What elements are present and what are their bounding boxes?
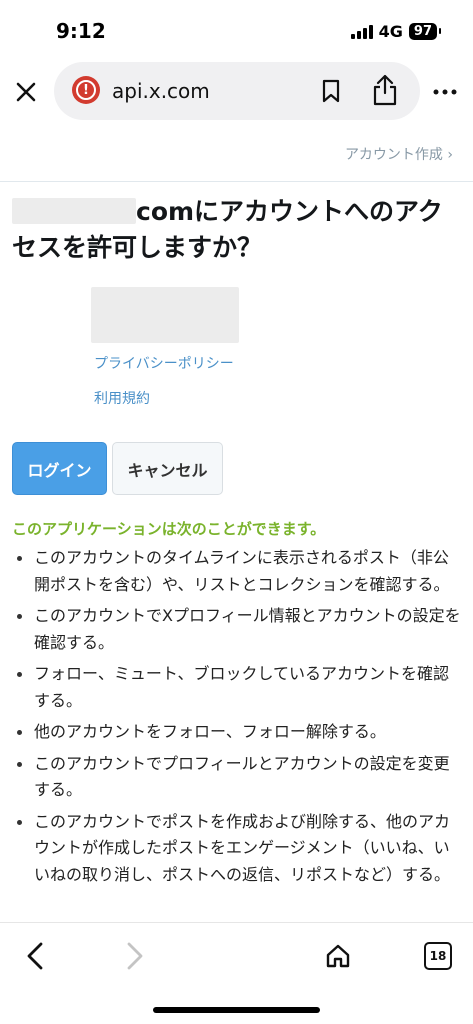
app-name-redacted: [12, 198, 136, 224]
warning-icon[interactable]: !: [72, 76, 100, 104]
terms-link[interactable]: 利用規約: [94, 388, 150, 408]
share-button[interactable]: [368, 72, 402, 108]
page-title: comにアカウントへのアクセスを許可しますか？: [12, 194, 462, 266]
more-icon: [433, 89, 457, 95]
battery-icon: 97: [408, 23, 442, 40]
browser-toolbar: ! api.x.com: [0, 62, 473, 120]
more-button[interactable]: [428, 78, 462, 106]
privacy-policy-link[interactable]: プライバシーポリシー: [94, 353, 234, 373]
signup-link[interactable]: アカウント作成 ›: [345, 144, 453, 164]
tabs-button[interactable]: 18: [424, 942, 452, 970]
home-indicator: [153, 1007, 320, 1013]
list-item: フォロー、ミュート、ブロックしているアカウントを確認する。: [12, 661, 464, 714]
bookmark-button[interactable]: [316, 76, 346, 106]
bottom-toolbar: 18: [0, 922, 473, 1024]
home-button[interactable]: [320, 939, 356, 973]
divider: [0, 181, 473, 182]
status-bar: 9:12 4G 97: [0, 0, 473, 62]
app-logo-redacted: [91, 287, 239, 343]
chevron-right-icon: [127, 942, 143, 970]
address-bar[interactable]: ! api.x.com: [54, 62, 420, 120]
signal-icon: [350, 24, 373, 39]
login-button[interactable]: ログイン: [12, 442, 107, 495]
close-button[interactable]: [8, 74, 44, 110]
status-time: 9:12: [56, 19, 106, 43]
home-icon: [326, 944, 350, 968]
status-indicators: 4G 97: [350, 22, 442, 41]
chevron-left-icon: [27, 942, 43, 970]
list-item: このアカウントでプロフィールとアカウントの設定を変更する。: [12, 751, 464, 804]
back-button[interactable]: [18, 939, 52, 973]
bookmark-icon: [322, 79, 340, 103]
permissions-heading: このアプリケーションは次のことができます。: [12, 520, 326, 538]
url-text[interactable]: api.x.com: [112, 79, 210, 103]
forward-button[interactable]: [118, 939, 152, 973]
close-icon: [16, 82, 36, 102]
share-icon: [373, 74, 397, 106]
cancel-button[interactable]: キャンセル: [112, 442, 223, 495]
permissions-list: このアカウントのタイムラインに表示されるポスト（非公開ポストを含む）や、リストと…: [12, 545, 464, 893]
network-label: 4G: [378, 22, 403, 41]
list-item: このアカウントでXプロフィール情報とアカウントの設定を確認する。: [12, 603, 464, 656]
list-item: 他のアカウントをフォロー、フォロー解除する。: [12, 719, 464, 746]
list-item: このアカウントでポストを作成および削除する、他のアカウントが作成したポストをエン…: [12, 809, 464, 889]
list-item: このアカウントのタイムラインに表示されるポスト（非公開ポストを含む）や、リストと…: [12, 545, 464, 598]
